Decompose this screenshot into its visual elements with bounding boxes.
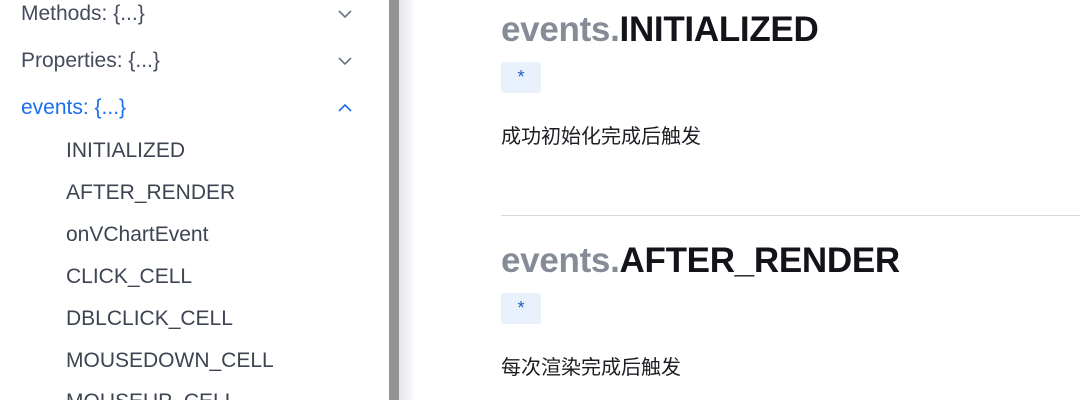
event-title-prefix: events. bbox=[501, 10, 620, 49]
sidebar-section-label: Methods: {...} bbox=[21, 2, 145, 25]
sidebar-section-label: events: {...} bbox=[21, 96, 127, 119]
sidebar-section-events[interactable]: events: {...} bbox=[0, 88, 389, 128]
sidebar-item-label: CLICK_CELL bbox=[66, 265, 193, 288]
event-title: events.INITIALIZED bbox=[501, 10, 819, 50]
main-content: events.INITIALIZED * 成功初始化完成后触发 events.A… bbox=[413, 0, 1080, 400]
sidebar-item-label: INITIALIZED bbox=[66, 139, 186, 162]
sidebar-section-methods[interactable]: Methods: {...} bbox=[0, 0, 389, 34]
sidebar-item-onvchartevent[interactable]: onVChartEvent bbox=[0, 217, 389, 253]
sidebar-item-label: AFTER_RENDER bbox=[66, 181, 236, 204]
event-title-name: INITIALIZED bbox=[619, 10, 819, 49]
sidebar-section-label: Properties: {...} bbox=[21, 49, 160, 72]
chevron-down-icon bbox=[338, 10, 352, 19]
chevron-up-icon bbox=[338, 103, 352, 112]
sidebar-item-label: MOUSEDOWN_CELL bbox=[66, 349, 274, 372]
sidebar-item-label: DBLCLICK_CELL bbox=[66, 307, 233, 330]
event-section-after-render: events.AFTER_RENDER * 每次渲染完成后触发 bbox=[501, 241, 1080, 400]
sidebar-item-after-render[interactable]: AFTER_RENDER bbox=[0, 175, 389, 211]
sidebar-section-properties[interactable]: Properties: {...} bbox=[0, 41, 389, 81]
chevron-down-icon bbox=[338, 57, 352, 66]
divider-shadow bbox=[399, 0, 413, 400]
event-title-name: AFTER_RENDER bbox=[619, 241, 901, 280]
sidebar-item-mousedown-cell[interactable]: MOUSEDOWN_CELL bbox=[0, 343, 389, 379]
sidebar-item-dblclick-cell[interactable]: DBLCLICK_CELL bbox=[0, 301, 389, 337]
sidebar-resizer[interactable] bbox=[389, 0, 399, 400]
sidebar-item-label: onVChartEvent bbox=[66, 223, 209, 246]
sidebar-item-mouseup-cell[interactable]: MOUSEUP_CELL bbox=[0, 384, 389, 400]
event-title: events.AFTER_RENDER bbox=[501, 241, 900, 281]
sidebar-item-click-cell[interactable]: CLICK_CELL bbox=[0, 259, 389, 295]
section-divider bbox=[501, 215, 1080, 216]
event-title-prefix: events. bbox=[501, 241, 620, 280]
event-section-initialized: events.INITIALIZED * 成功初始化完成后触发 bbox=[501, 10, 1080, 200]
type-badge: * bbox=[501, 293, 541, 324]
type-badge: * bbox=[501, 62, 541, 93]
event-description: 成功初始化完成后触发 bbox=[501, 126, 701, 148]
page: Methods: {...} Properties: {...} events:… bbox=[0, 0, 1080, 400]
sidebar-item-initialized[interactable]: INITIALIZED bbox=[0, 133, 389, 169]
sidebar: Methods: {...} Properties: {...} events:… bbox=[0, 0, 389, 400]
sidebar-item-label: MOUSEUP_CELL bbox=[66, 390, 236, 400]
event-description: 每次渲染完成后触发 bbox=[501, 357, 681, 379]
